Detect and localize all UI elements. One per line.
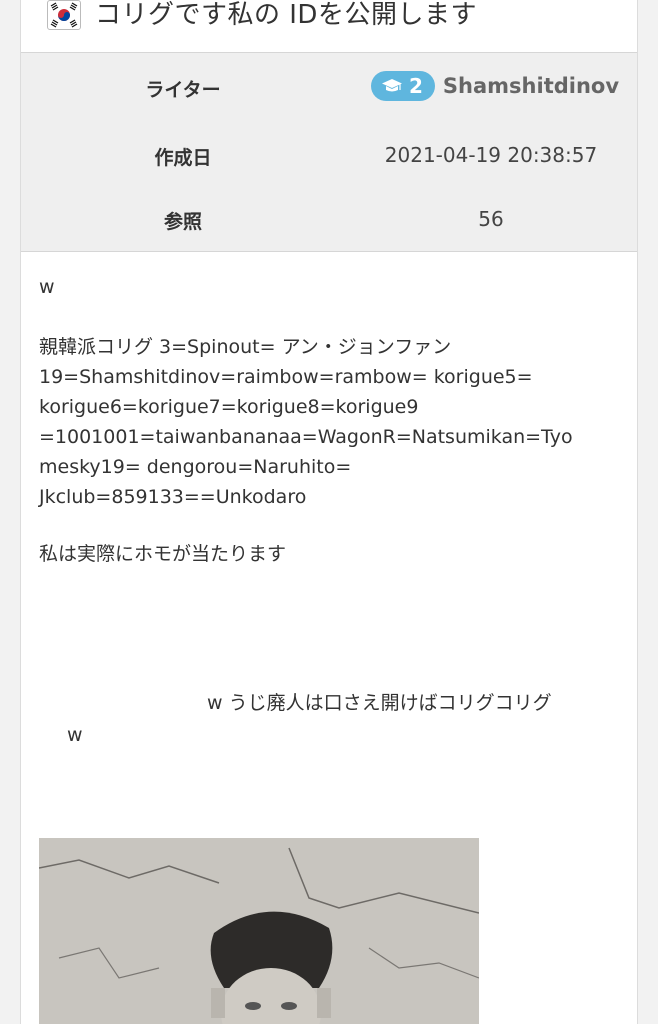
- writer-label: ライター: [145, 79, 221, 101]
- post-card: コリグです私の IDを公開します ライター 2 Shamshitdinov 作成…: [20, 0, 638, 1024]
- post-title: コリグです私の IDを公開します: [95, 0, 477, 30]
- meta-row-views: 参照 56: [21, 185, 637, 251]
- body-text-line: korigue6=korigue7=korigue8=korigue9: [39, 396, 419, 418]
- post-title-bar: コリグです私の IDを公開します: [21, 0, 637, 53]
- views-value: 56: [478, 207, 504, 231]
- meta-row-writer: ライター 2 Shamshitdinov: [21, 53, 637, 119]
- body-text-line: w うじ廃人は口さえ開けばコリグコリグ: [207, 692, 552, 714]
- post-meta-table: ライター 2 Shamshitdinov 作成日 2021-04-19 20:3…: [21, 53, 637, 252]
- graduation-cap-icon: [382, 79, 402, 92]
- body-text-line: Jkclub=859133==Unkodaro: [39, 486, 307, 508]
- body-text-line: w: [67, 724, 83, 746]
- south-korea-flag-icon: [47, 0, 81, 30]
- date-label: 作成日: [154, 147, 212, 169]
- body-text-line: 親韓派コリグ 3=Spinout= アン・ジョンファン: [39, 336, 452, 358]
- body-text-line: =1001001=taiwanbananaa=WagonR=Natsumikan…: [39, 426, 573, 448]
- body-text-line: mesky19= dengorou=Naruhito=: [39, 456, 352, 478]
- body-text-line: 私は実際にホモが当たります: [39, 543, 287, 565]
- body-text-line: 19=Shamshitdinov=raimbow=rambow= korigue…: [39, 366, 533, 388]
- writer-name-link[interactable]: Shamshitdinov: [443, 74, 619, 98]
- date-value: 2021-04-19 20:38:57: [384, 143, 598, 167]
- writer-info[interactable]: 2 Shamshitdinov: [371, 71, 619, 101]
- post-body: w 親韓派コリグ 3=Spinout= アン・ジョンファン 19=Shamshi…: [21, 252, 637, 1024]
- writer-level: 2: [409, 74, 423, 98]
- body-text-line: w: [39, 276, 55, 298]
- post-photo[interactable]: [39, 838, 479, 1024]
- meta-row-date: 作成日 2021-04-19 20:38:57: [21, 119, 637, 185]
- writer-level-badge: 2: [371, 71, 435, 101]
- views-label: 参照: [163, 211, 202, 233]
